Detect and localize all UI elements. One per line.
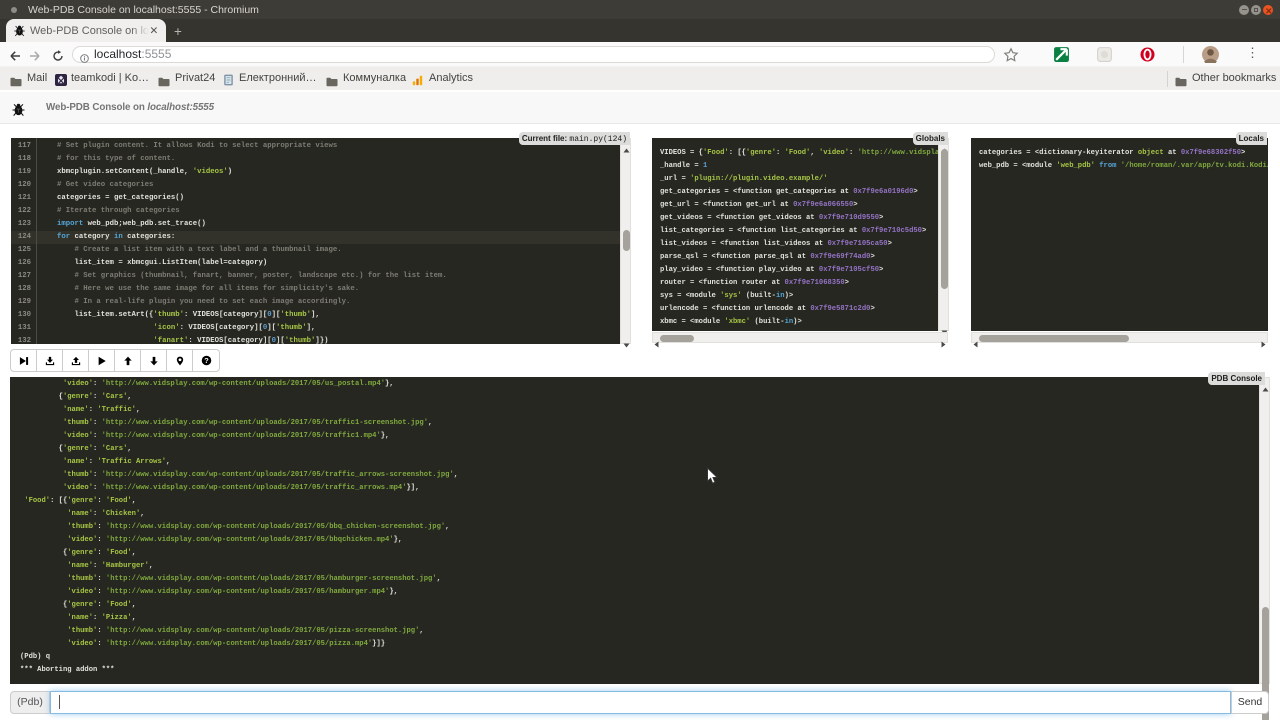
svg-text:?: ? (204, 356, 209, 365)
